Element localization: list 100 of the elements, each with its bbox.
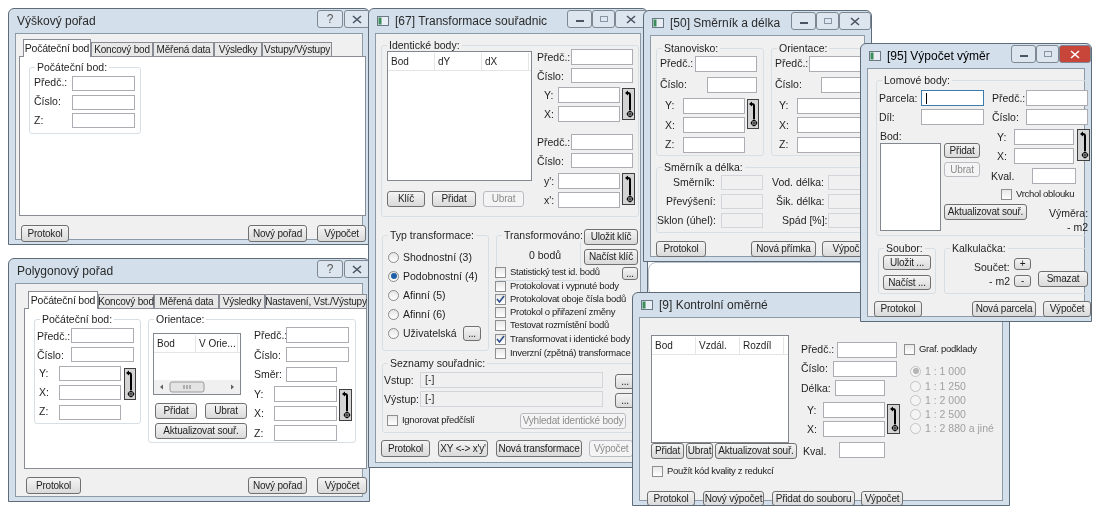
minimize-button[interactable]	[1011, 45, 1036, 63]
push-button[interactable]: Nová parcela	[972, 301, 1036, 317]
tab[interactable]: Počáteční bod	[28, 291, 98, 309]
input-field[interactable]	[823, 421, 885, 437]
checkbox[interactable]	[495, 319, 506, 331]
list-box[interactable]	[880, 143, 941, 231]
checkbox[interactable]	[495, 293, 506, 305]
close-button[interactable]	[344, 10, 369, 28]
push-button[interactable]: Nový pořad	[248, 477, 307, 494]
push-button[interactable]: Uložit ...	[883, 255, 931, 270]
input-field[interactable]	[823, 402, 885, 418]
input-field[interactable]	[558, 192, 620, 208]
push-button[interactable]: Protokol	[21, 225, 69, 242]
help-button[interactable]: ?	[317, 10, 343, 28]
scrollbar[interactable]	[154, 380, 240, 394]
input-field[interactable]	[571, 49, 633, 65]
input-field[interactable]	[1026, 90, 1088, 106]
input-field[interactable]	[571, 134, 633, 150]
input-field[interactable]	[286, 367, 337, 382]
input-field[interactable]	[274, 425, 337, 441]
push-button[interactable]: ...	[463, 326, 481, 341]
pick-point-button[interactable]	[1077, 129, 1090, 161]
checkbox[interactable]	[904, 343, 915, 355]
tab[interactable]: Měřená data	[153, 42, 214, 57]
checkbox[interactable]	[387, 414, 398, 426]
tab[interactable]: Vstupy/Výstupy	[262, 42, 332, 57]
pick-point-button[interactable]	[339, 389, 352, 421]
input-field[interactable]	[695, 56, 757, 72]
input-field[interactable]	[558, 106, 620, 122]
pick-point-button[interactable]	[124, 368, 136, 400]
input-field[interactable]	[59, 385, 121, 400]
push-button[interactable]: Nový pořad	[248, 225, 307, 242]
input-field[interactable]	[921, 109, 984, 125]
input-field[interactable]	[72, 95, 135, 110]
push-button[interactable]: Výpočet	[861, 491, 903, 505]
input-field[interactable]	[683, 98, 745, 114]
input-field[interactable]	[558, 173, 620, 189]
close-button[interactable]	[1059, 45, 1091, 63]
push-button[interactable]: Ubrat	[686, 443, 713, 459]
input-field[interactable]	[839, 442, 885, 458]
input-field[interactable]	[707, 77, 757, 93]
tab[interactable]: Koncový bod	[91, 42, 153, 57]
help-button[interactable]: ?	[317, 260, 343, 278]
column-header[interactable]: dY	[435, 53, 482, 70]
radio-button[interactable]	[388, 251, 399, 263]
push-button[interactable]: Aktualizovat souř.	[715, 443, 797, 459]
input-field[interactable]	[558, 87, 620, 103]
radio-button[interactable]	[388, 270, 399, 282]
push-button[interactable]: Přidat do souboru	[772, 491, 855, 505]
input-field[interactable]	[683, 137, 745, 153]
radio-button[interactable]	[388, 327, 399, 339]
push-button[interactable]: Ubrat	[205, 403, 247, 419]
pick-point-button[interactable]	[747, 99, 759, 129]
push-button[interactable]: Klíč	[387, 191, 425, 207]
input-field[interactable]	[833, 361, 897, 377]
checkbox[interactable]	[495, 266, 506, 278]
maximize-button[interactable]	[816, 12, 839, 30]
checkbox[interactable]	[495, 347, 506, 359]
input-field[interactable]	[837, 342, 897, 358]
input-field[interactable]	[72, 76, 135, 91]
input-field[interactable]	[274, 386, 337, 402]
push-button[interactable]: Protokol	[656, 241, 706, 257]
input-field[interactable]	[1026, 109, 1088, 125]
input-field[interactable]	[1032, 168, 1076, 184]
input-field[interactable]	[71, 328, 134, 343]
checkbox[interactable]	[1001, 188, 1012, 200]
maximize-button[interactable]	[1036, 45, 1059, 63]
push-button[interactable]: Protokol	[381, 440, 430, 457]
push-button[interactable]: Výpočet	[317, 225, 366, 242]
input-field[interactable]	[1014, 148, 1074, 164]
column-header[interactable]: Vzdál.	[696, 337, 740, 354]
column-header[interactable]: dX	[482, 53, 529, 70]
push-button[interactable]: Protokol	[647, 491, 695, 505]
push-button[interactable]: Nová transformace	[496, 440, 582, 457]
checkbox[interactable]	[495, 306, 506, 318]
column-header[interactable]: Bod	[652, 337, 696, 354]
input-field[interactable]	[71, 347, 134, 362]
input-field[interactable]	[683, 117, 745, 133]
input-field[interactable]	[59, 366, 121, 381]
tab[interactable]: Výsledky	[219, 294, 265, 309]
tab[interactable]: Výsledky	[214, 42, 262, 57]
close-button[interactable]	[615, 10, 647, 28]
tab[interactable]: Nastavení, Vst./Výstupy	[265, 294, 367, 309]
push-button[interactable]: -	[1014, 275, 1031, 287]
minimize-button[interactable]	[567, 10, 592, 28]
input-field[interactable]	[274, 406, 337, 421]
input-field[interactable]	[1014, 129, 1074, 145]
column-header[interactable]: Bod	[388, 53, 435, 70]
pick-point-button[interactable]	[622, 173, 635, 205]
push-button[interactable]: Přidat	[651, 443, 684, 459]
minimize-button[interactable]	[791, 12, 816, 30]
push-button[interactable]: Výpočet	[317, 477, 367, 494]
radio-button[interactable]	[388, 308, 399, 320]
close-button[interactable]	[839, 12, 871, 30]
input-field[interactable]	[286, 327, 349, 343]
tab[interactable]: Měřená data	[154, 294, 219, 309]
checkbox[interactable]	[495, 333, 506, 345]
push-button[interactable]: Přidat	[944, 143, 980, 158]
push-button[interactable]: ...	[622, 267, 638, 280]
input-field[interactable]	[835, 380, 885, 396]
